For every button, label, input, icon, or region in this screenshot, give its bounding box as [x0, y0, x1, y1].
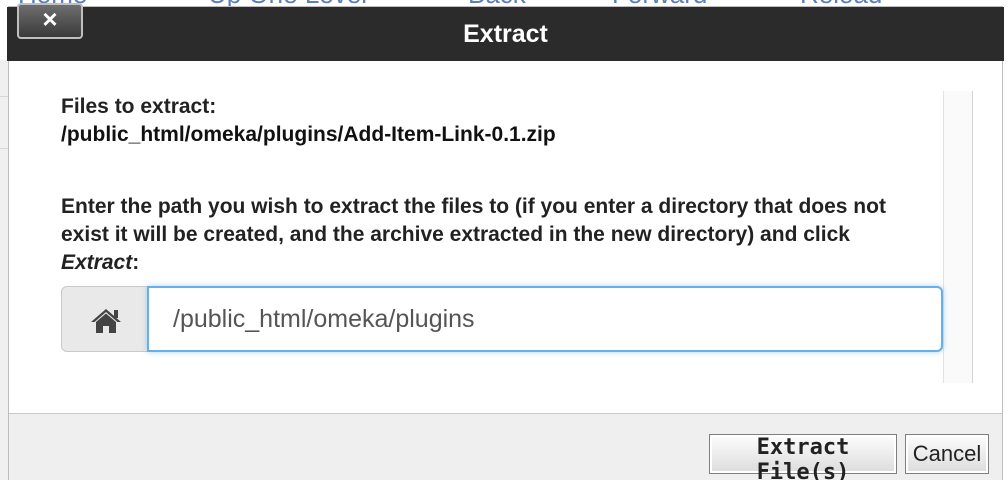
archive-file-path: /public_html/omeka/plugins/Add-Item-Link… [61, 123, 556, 146]
extract-instructions: Enter the path you wish to extract the f… [61, 193, 921, 277]
extract-files-button[interactable]: Extract File(s) [709, 434, 897, 480]
background-divider [0, 96, 8, 97]
instructions-colon: : [132, 251, 140, 274]
destination-input-group [61, 286, 943, 354]
background-left-panel [0, 60, 8, 480]
home-icon [91, 309, 121, 333]
instructions-text: Enter the path you wish to extract the f… [61, 195, 886, 246]
dialog-footer: Extract File(s) Cancel [9, 413, 1002, 480]
files-to-extract-label: Files to extract: [61, 95, 217, 118]
background-divider [0, 148, 8, 149]
home-addon [61, 286, 149, 352]
cancel-button[interactable]: Cancel [905, 434, 989, 474]
dialog-scrollbar[interactable] [943, 91, 973, 383]
dialog-title: Extract [463, 20, 548, 48]
close-button[interactable]: × [17, 3, 83, 39]
extract-dialog: Extract × Files to extract: /public_html… [7, 3, 1004, 480]
dialog-body: Files to extract: /public_html/omeka/plu… [9, 61, 1002, 413]
destination-path-input[interactable] [147, 286, 943, 352]
page: Home Up One Level Back Forward Reload Ex… [0, 0, 1008, 480]
instructions-action: Extract [61, 251, 133, 274]
dialog-titlebar: Extract × [7, 3, 1004, 61]
